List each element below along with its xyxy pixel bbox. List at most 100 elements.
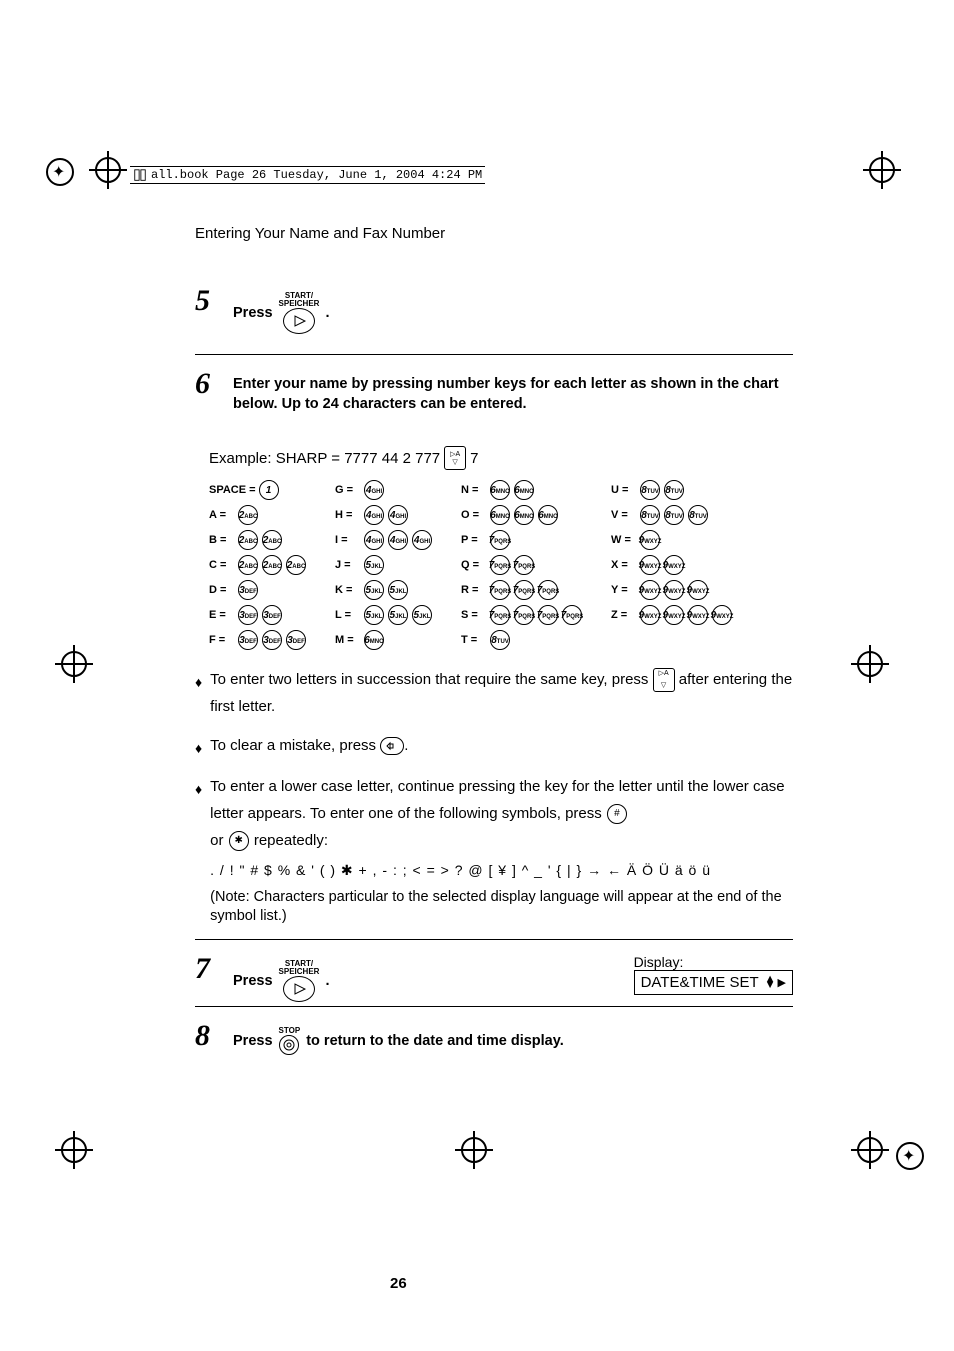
lcd-arrows-icon: ▲▼▶ xyxy=(765,976,786,989)
number-key-icon: 9WXYZ xyxy=(640,605,660,625)
number-key-icon: 2ABC xyxy=(286,555,306,575)
number-key-icon: 2ABC xyxy=(238,555,258,575)
divider xyxy=(195,1006,793,1007)
number-key-icon: 7PQRS xyxy=(490,530,510,550)
number-key-icon: 9WXYZ xyxy=(664,555,684,575)
number-key-icon: 2ABC xyxy=(238,505,258,525)
section-title: Entering Your Name and Fax Number xyxy=(195,225,793,242)
character-table: SPACE =1A =2ABCB =2ABC2ABCC =2ABC2ABC2AB… xyxy=(209,480,793,650)
number-key-icon: 7PQRS xyxy=(490,605,510,625)
char-label: T = xyxy=(461,634,487,646)
char-label: K = xyxy=(335,584,361,596)
char-label: P = xyxy=(461,534,487,546)
char-row: F =3DEF3DEF3DEF xyxy=(209,630,307,650)
number-key-icon: 9WXYZ xyxy=(688,580,708,600)
number-key-icon: 2ABC xyxy=(262,530,282,550)
char-label: Q = xyxy=(461,559,487,571)
char-label: S = xyxy=(461,609,487,621)
step-6-text: Enter your name by pressing number keys … xyxy=(233,369,793,414)
reg-mark-cross xyxy=(58,648,98,688)
tip-lowercase: ♦ To enter a lower case letter, continue… xyxy=(195,773,793,926)
start-button: START/ SPEICHER xyxy=(279,960,320,1002)
step-7: 7 Press START/ SPEICHER . Display: DATE&… xyxy=(195,954,793,1002)
char-col-1: SPACE =1A =2ABCB =2ABC2ABCC =2ABC2ABC2AB… xyxy=(209,480,307,650)
char-row: G =4GHI xyxy=(335,480,433,500)
number-key-icon: 6MNO xyxy=(490,480,510,500)
number-key-icon: 9WXYZ xyxy=(640,580,660,600)
page-info-header: all.book Page 26 Tuesday, June 1, 2004 4… xyxy=(130,166,485,184)
char-row: B =2ABC2ABC xyxy=(209,530,307,550)
number-key-icon: 8TUV xyxy=(688,505,708,525)
reg-mark-corner xyxy=(896,1142,936,1182)
char-row: Q =7PQRS7PQRS xyxy=(461,555,583,575)
reg-mark-corner xyxy=(46,158,86,198)
step-6: 6 Enter your name by pressing number key… xyxy=(195,369,793,430)
char-row: U =8TUV8TUV xyxy=(611,480,733,500)
bullet-icon: ♦ xyxy=(195,777,202,802)
bullet-icon: ♦ xyxy=(195,670,202,695)
char-row: N =6MNO6MNO xyxy=(461,480,583,500)
char-row: J =5JKL xyxy=(335,555,433,575)
number-key-icon: 4GHI xyxy=(412,530,432,550)
char-row: O =6MNO6MNO6MNO xyxy=(461,505,583,525)
char-label: G = xyxy=(335,484,361,496)
number-key-icon: 6MNO xyxy=(490,505,510,525)
step-8-tail: to return to the date and time display. xyxy=(306,1032,564,1048)
reg-mark-cross xyxy=(854,648,894,688)
example-line: Example: SHARP = 7777 44 2 777 ▷A▽ 7 xyxy=(209,446,793,470)
step-num-6: 6 xyxy=(195,369,221,399)
char-label: Z = xyxy=(611,609,637,621)
char-label: V = xyxy=(611,509,637,521)
char-row: K =5JKL5JKL xyxy=(335,580,433,600)
number-key-icon: 3DEF xyxy=(262,630,282,650)
page-content: Entering Your Name and Fax Number 5 Pres… xyxy=(195,225,793,1071)
char-label: D = xyxy=(209,584,235,596)
char-row: R =7PQRS7PQRS7PQRS xyxy=(461,580,583,600)
char-row: W =9WXYZ xyxy=(611,530,733,550)
number-key-icon: 1 xyxy=(259,480,279,500)
char-row: C =2ABC2ABC2ABC xyxy=(209,555,307,575)
number-key-icon: 8TUV xyxy=(490,630,510,650)
char-label: B = xyxy=(209,534,235,546)
char-label: SPACE = xyxy=(209,484,256,496)
char-row: Z =9WXYZ9WXYZ9WXYZ9WXYZ xyxy=(611,605,733,625)
arrow-key-icon: ▷A▽ xyxy=(444,446,466,470)
press-text: Press xyxy=(233,1032,273,1048)
number-key-icon: 8TUV xyxy=(640,505,660,525)
step-5: 5 Press START/ SPEICHER . xyxy=(195,286,793,350)
number-key-icon: 5JKL xyxy=(388,605,408,625)
number-key-icon: 6MNO xyxy=(538,505,558,525)
number-key-icon: 7PQRS xyxy=(490,580,510,600)
char-row: V =8TUV8TUV8TUV xyxy=(611,505,733,525)
number-key-icon: 7PQRS xyxy=(514,605,534,625)
char-row: A =2ABC xyxy=(209,505,307,525)
char-col-2: G =4GHIH =4GHI4GHII =4GHI4GHI4GHIJ =5JKL… xyxy=(335,480,433,650)
lcd-text: DATE&TIME SET xyxy=(641,974,759,991)
start-icon xyxy=(283,976,315,1002)
char-label: R = xyxy=(461,584,487,596)
page-number: 26 xyxy=(390,1275,407,1292)
char-label: C = xyxy=(209,559,235,571)
number-key-icon: 3DEF xyxy=(262,605,282,625)
char-row: Y =9WXYZ9WXYZ9WXYZ xyxy=(611,580,733,600)
stop-button: STOP xyxy=(279,1027,301,1055)
number-key-icon: 7PQRS xyxy=(490,555,510,575)
number-key-icon: 9WXYZ xyxy=(664,580,684,600)
char-row: M =6MNO xyxy=(335,630,433,650)
dot: . xyxy=(325,305,329,321)
char-label: Y = xyxy=(611,584,637,596)
number-key-icon: 7PQRS xyxy=(538,605,558,625)
number-key-icon: 4GHI xyxy=(388,530,408,550)
start-icon xyxy=(283,308,315,334)
char-row: L =5JKL5JKL5JKL xyxy=(335,605,433,625)
number-key-icon: 5JKL xyxy=(364,580,384,600)
step-8: 8 Press STOP to return to the date and t… xyxy=(195,1021,793,1071)
char-label: O = xyxy=(461,509,487,521)
number-key-icon: 5JKL xyxy=(364,605,384,625)
number-key-icon: 9WXYZ xyxy=(640,555,660,575)
char-col-4: U =8TUV8TUVV =8TUV8TUV8TUVW =9WXYZX =9WX… xyxy=(611,480,733,650)
char-row: D =3DEF xyxy=(209,580,307,600)
char-row: H =4GHI4GHI xyxy=(335,505,433,525)
char-label: U = xyxy=(611,484,637,496)
number-key-icon: 2ABC xyxy=(262,555,282,575)
